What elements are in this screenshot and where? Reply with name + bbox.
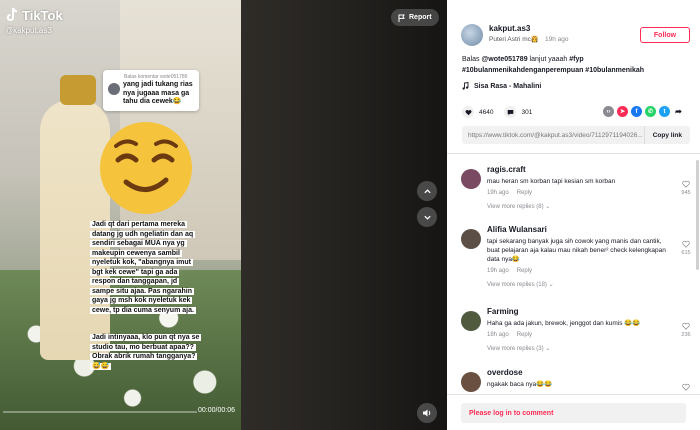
- details-panel: kakput.as3 Puteri Astri mc👸 19h ago Follo…: [447, 0, 700, 430]
- video-player[interactable]: Balas komentar wote051789 yang jadi tuka…: [0, 0, 447, 430]
- chevron-up-icon: [423, 188, 431, 193]
- view-more-replies-label: View more replies (8): [487, 204, 544, 210]
- commenter-name[interactable]: overdose: [487, 368, 672, 377]
- comment-text: tapi sekarang banyak juga sih cowok yang…: [487, 238, 666, 263]
- comment-text: Haha ga ada jakun, brewok, jenggot dan k…: [487, 320, 641, 327]
- description-prefix: Balas: [462, 56, 480, 63]
- commenter-avatar[interactable]: [461, 372, 481, 392]
- chevron-down-icon: [423, 215, 431, 220]
- share-arrow-icon[interactable]: ➦: [673, 106, 684, 117]
- music-title: Sisa Rasa - Mahalini: [474, 82, 542, 90]
- comment-bubble-icon: [507, 109, 514, 115]
- comment-time: 19h ago: [487, 190, 509, 196]
- previous-video-button[interactable]: [417, 181, 437, 201]
- creator-subline: Puteri Astri mc👸 19h ago: [489, 35, 569, 43]
- winking-face-icon: [100, 122, 192, 214]
- tiktok-wordmark: TikTok: [22, 7, 63, 23]
- video-description: Balas @wote051789 lanjut yaaah #fyp #10b…: [462, 55, 690, 76]
- comment-count: 301: [521, 108, 533, 116]
- like-button[interactable]: [462, 106, 474, 118]
- stats-row: 4640 301: [462, 106, 532, 118]
- report-button[interactable]: Report: [391, 9, 439, 26]
- login-to-comment-button[interactable]: Please log in to comment: [461, 403, 686, 423]
- headwear: [60, 75, 96, 105]
- copy-link-row: https://www.tiktok.com/@kakput.as3/video…: [462, 126, 690, 144]
- comment-time: 18h ago: [487, 332, 509, 338]
- view-more-replies[interactable]: View more replies (8) ⌄: [487, 203, 672, 210]
- comment-like[interactable]: 945: [679, 180, 693, 196]
- login-bar: Please log in to comment: [447, 394, 700, 430]
- comment-like[interactable]: 615: [679, 240, 693, 256]
- reply-avatar: [108, 83, 120, 95]
- description-text: lanjut yaaah: [529, 56, 568, 63]
- comment-text: mau heran sm korban tapi kesian sm korba…: [487, 178, 616, 185]
- view-more-replies-label: View more replies (18): [487, 282, 547, 288]
- music-link[interactable]: Sisa Rasa - Mahalini: [462, 82, 541, 90]
- follow-button[interactable]: Follow: [640, 27, 690, 43]
- divider: [447, 153, 700, 154]
- description-mention[interactable]: @wote051789: [481, 56, 527, 63]
- twitter-icon[interactable]: t: [659, 106, 670, 117]
- comments-scrollbar[interactable]: [696, 160, 699, 270]
- video-caption-2: Jadi intinyaaa, klo pun qt nya se studio…: [90, 334, 202, 370]
- creator-info[interactable]: kakput.as3 Puteri Astri mc👸 19h ago: [461, 24, 569, 46]
- commenter-avatar[interactable]: [461, 169, 481, 189]
- video-time: 00:00/00:06: [198, 407, 235, 414]
- next-video-button[interactable]: [417, 207, 437, 227]
- view-more-replies-label: View more replies (3): [487, 346, 544, 352]
- copy-link-button[interactable]: Copy link: [643, 126, 690, 144]
- heart-icon: [465, 109, 471, 115]
- commenter-name[interactable]: Farming: [487, 307, 672, 316]
- comment-like-count: 615: [681, 250, 691, 256]
- reply-link[interactable]: Reply: [517, 332, 532, 338]
- friends-icon[interactable]: ➤: [617, 106, 628, 117]
- view-more-replies[interactable]: View more replies (18) ⌄: [487, 281, 672, 288]
- comment-button[interactable]: [504, 106, 517, 118]
- heart-outline-icon: [682, 240, 690, 248]
- commenter-name[interactable]: ragis.craft: [487, 165, 672, 174]
- video-frame[interactable]: Balas komentar wote051789 yang jadi tuka…: [0, 0, 241, 430]
- reply-link[interactable]: Reply: [517, 268, 532, 274]
- reply-header: Balas komentar wote051789: [124, 74, 188, 80]
- comment-like-count: 945: [681, 190, 691, 196]
- post-date: 19h ago: [545, 36, 569, 43]
- comment-like[interactable]: 236: [679, 322, 693, 338]
- report-label: Report: [409, 14, 432, 21]
- commenter-avatar[interactable]: [461, 311, 481, 331]
- video-url[interactable]: https://www.tiktok.com/@kakput.as3/video…: [462, 132, 644, 139]
- reply-link[interactable]: Reply: [517, 190, 532, 196]
- view-more-replies[interactable]: View more replies (3) ⌄: [487, 345, 672, 352]
- like-count: 4640: [479, 108, 494, 116]
- comment-text: ngakak baca nya😂😂: [487, 381, 553, 388]
- heart-outline-icon: [682, 383, 690, 391]
- comment-like-count: 236: [681, 332, 691, 338]
- creator-avatar[interactable]: [461, 24, 483, 46]
- flag-icon: [398, 14, 405, 22]
- speaker-icon: [423, 409, 431, 417]
- video-progress-bar[interactable]: [3, 411, 197, 413]
- tiktok-note-icon: [6, 7, 18, 22]
- embed-icon[interactable]: ‹›: [603, 106, 614, 117]
- share-icons: ‹› ➤ f ✆ t ➦: [603, 106, 684, 117]
- heart-outline-icon: [682, 180, 690, 188]
- comment-time: 19h ago: [487, 268, 509, 274]
- video-caption-1: Jadi qt dari pertama mereka datang jg ud…: [90, 221, 196, 314]
- facebook-icon[interactable]: f: [631, 106, 642, 117]
- reply-text: yang jadi tukang rias nya jugaaa masa ga…: [123, 81, 193, 105]
- comment-like[interactable]: [679, 383, 693, 393]
- creator-username[interactable]: kakput.as3: [489, 24, 569, 33]
- creator-display-name: Puteri Astri mc👸: [489, 36, 539, 43]
- music-note-icon: [462, 82, 469, 90]
- video-author-handle: @kakput.as3: [5, 26, 52, 35]
- volume-button[interactable]: [417, 403, 437, 423]
- commenter-name[interactable]: Alifia Wulansari: [487, 225, 672, 234]
- tiktok-logo[interactable]: TikTok: [5, 7, 63, 23]
- reply-comment-bubble: Balas komentar wote051789 yang jadi tuka…: [103, 70, 199, 111]
- commenter-avatar[interactable]: [461, 229, 481, 249]
- heart-outline-icon: [682, 322, 690, 330]
- whatsapp-icon[interactable]: ✆: [645, 106, 656, 117]
